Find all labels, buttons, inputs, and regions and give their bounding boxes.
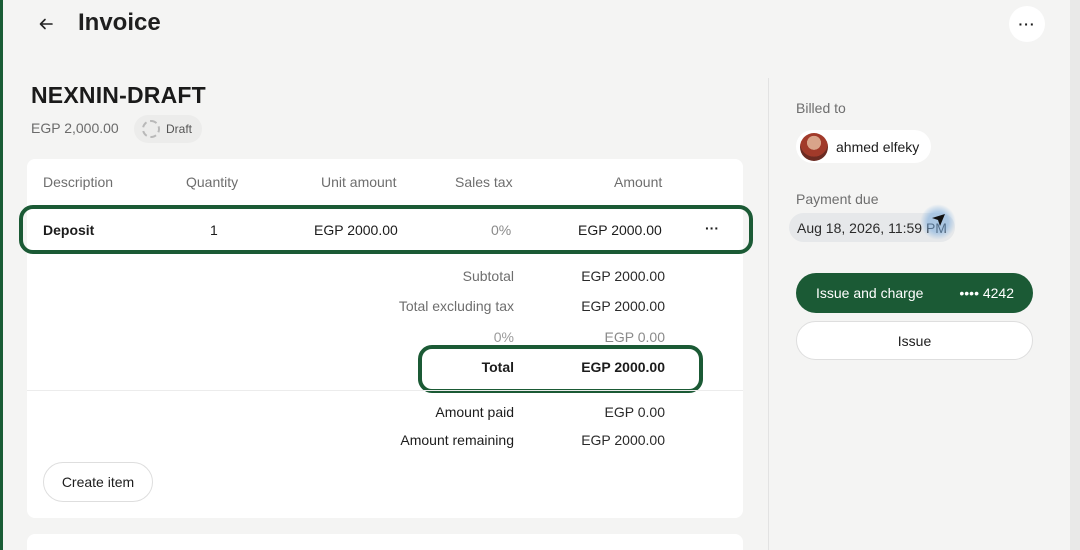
amount-paid-value: EGP 0.00 bbox=[604, 404, 665, 420]
amount-remaining-label: Amount remaining bbox=[400, 432, 514, 448]
more-options-button[interactable]: ··· bbox=[1009, 6, 1045, 42]
tax-label: 0% bbox=[493, 329, 514, 345]
payment-due-label: Payment due bbox=[796, 191, 879, 207]
create-item-button[interactable]: Create item bbox=[43, 462, 153, 502]
summary-divider bbox=[27, 390, 743, 391]
column-header-quantity: Quantity bbox=[186, 174, 239, 190]
column-header-amount: Amount bbox=[614, 174, 663, 190]
avatar bbox=[800, 132, 828, 161]
arrow-left-icon bbox=[39, 18, 53, 30]
invoice-amount: EGP 2,000.00 bbox=[31, 120, 119, 136]
issue-and-charge-label: Issue and charge bbox=[816, 285, 924, 301]
billed-to-label: Billed to bbox=[796, 100, 846, 116]
total-value: EGP 2000.00 bbox=[581, 359, 665, 375]
mouse-cursor bbox=[920, 204, 956, 240]
column-header-unit-amount: Unit amount bbox=[321, 174, 397, 190]
subtotal-label: Subtotal bbox=[462, 268, 514, 284]
tax-value: EGP 0.00 bbox=[604, 329, 665, 345]
panel-divider bbox=[768, 78, 769, 550]
issue-and-charge-button[interactable]: Issue and charge •••• 4242 bbox=[796, 273, 1033, 313]
status-label: Draft bbox=[166, 122, 193, 136]
scrollbar-track[interactable] bbox=[1070, 0, 1080, 550]
left-accent-bar bbox=[0, 0, 3, 550]
excl-tax-label: Total excluding tax bbox=[398, 298, 514, 314]
back-button[interactable] bbox=[32, 10, 60, 38]
status-badge: Draft bbox=[134, 115, 203, 143]
row-description: Deposit bbox=[43, 222, 95, 238]
customer-chip[interactable]: ahmed elfeky bbox=[796, 130, 932, 163]
row-more-button[interactable]: ··· bbox=[700, 220, 724, 240]
row-quantity: 1 bbox=[210, 222, 218, 238]
amount-paid-label: Amount paid bbox=[435, 404, 514, 420]
row-unit-amount: EGP 2000.00 bbox=[314, 222, 398, 238]
subtotal-value: EGP 2000.00 bbox=[581, 268, 665, 284]
cursor-arrow-icon bbox=[932, 214, 945, 226]
secondary-card bbox=[27, 534, 743, 550]
column-header-description: Description bbox=[43, 174, 114, 190]
column-header-sales-tax: Sales tax bbox=[455, 174, 513, 190]
excl-tax-value: EGP 2000.00 bbox=[581, 298, 665, 314]
amount-remaining-value: EGP 2000.00 bbox=[581, 432, 665, 448]
total-label: Total bbox=[481, 359, 514, 375]
draft-status-icon bbox=[142, 120, 160, 138]
invoice-number: NEXNIN-DRAFT bbox=[31, 82, 206, 108]
issue-button[interactable]: Issue bbox=[796, 321, 1033, 360]
row-sales-tax: 0% bbox=[491, 222, 512, 238]
page-title: Invoice bbox=[78, 9, 161, 36]
row-amount: EGP 2000.00 bbox=[578, 222, 662, 238]
customer-name: ahmed elfeky bbox=[836, 138, 920, 155]
card-last4: •••• 4242 bbox=[959, 285, 1014, 301]
